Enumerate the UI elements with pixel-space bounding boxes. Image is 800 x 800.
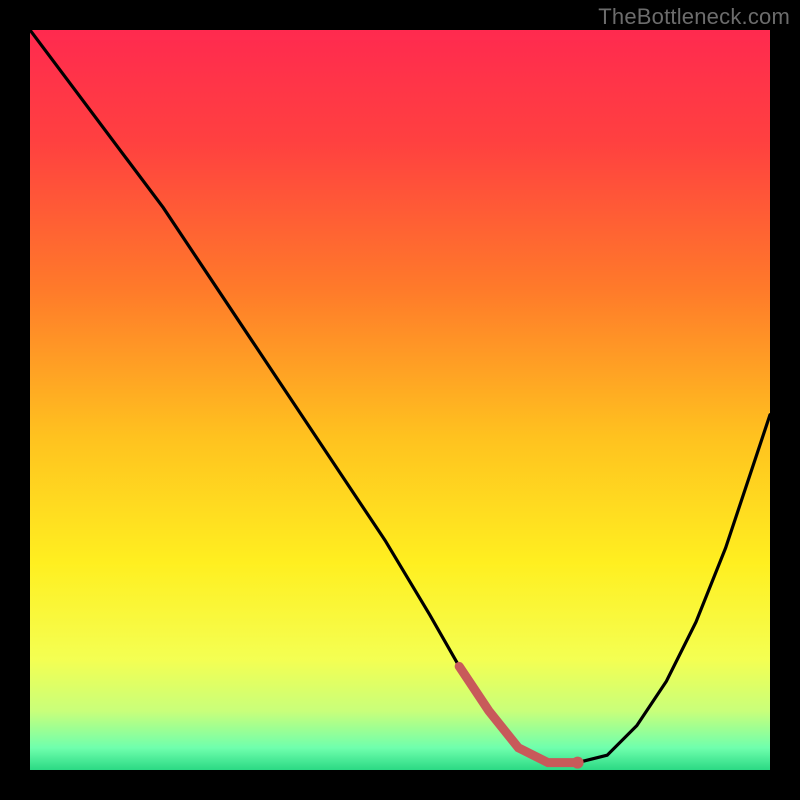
plot-area	[30, 30, 770, 770]
chart-frame: TheBottleneck.com	[0, 0, 800, 800]
valley-end-dot	[572, 757, 584, 769]
watermark-text: TheBottleneck.com	[598, 4, 790, 30]
gradient-rect	[30, 30, 770, 770]
plot-svg	[30, 30, 770, 770]
